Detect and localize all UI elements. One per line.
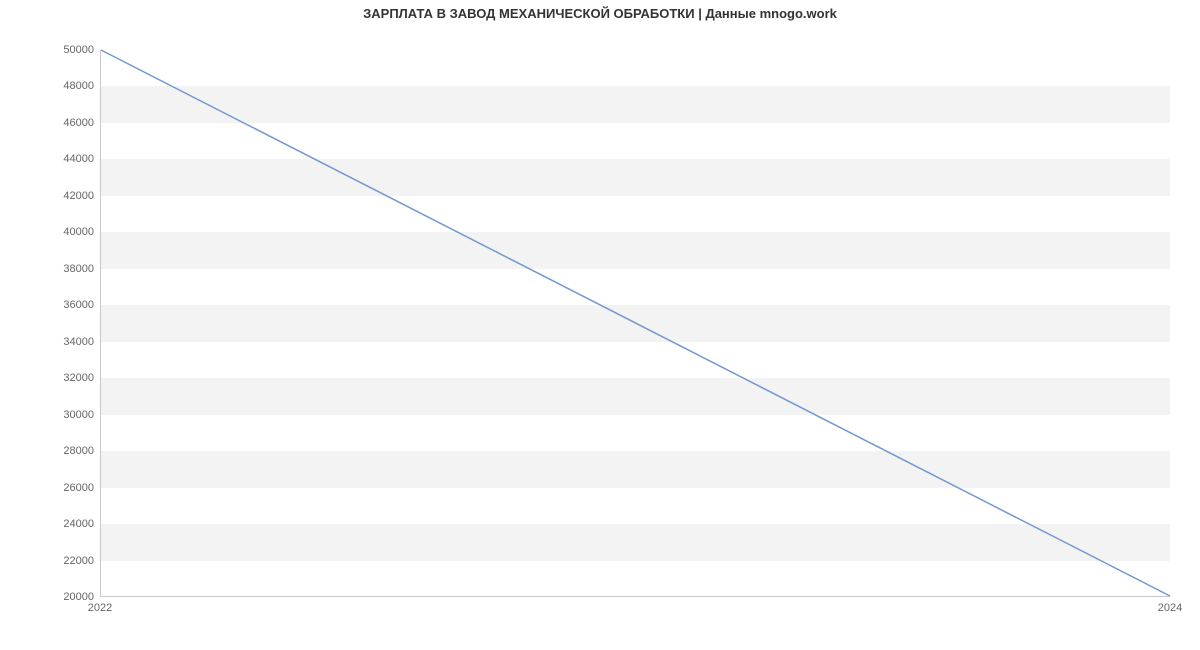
y-tick-label: 24000 [0, 518, 94, 530]
y-tick-label: 44000 [0, 153, 94, 165]
y-tick-label: 40000 [0, 226, 94, 238]
chart-container: ЗАРПЛАТА В ЗАВОД МЕХАНИЧЕСКОЙ ОБРАБОТКИ … [0, 0, 1200, 650]
plot-area [100, 50, 1170, 597]
y-tick-label: 42000 [0, 190, 94, 202]
line-series [101, 50, 1170, 596]
y-tick-label: 22000 [0, 555, 94, 567]
y-tick-label: 32000 [0, 372, 94, 384]
y-tick-label: 30000 [0, 409, 94, 421]
y-tick-label: 26000 [0, 482, 94, 494]
y-tick-label: 46000 [0, 117, 94, 129]
y-tick-label: 50000 [0, 44, 94, 56]
series-line [101, 50, 1170, 596]
chart-title: ЗАРПЛАТА В ЗАВОД МЕХАНИЧЕСКОЙ ОБРАБОТКИ … [0, 6, 1200, 21]
y-tick-label: 36000 [0, 299, 94, 311]
y-tick-label: 28000 [0, 445, 94, 457]
y-tick-label: 38000 [0, 263, 94, 275]
y-tick-label: 48000 [0, 80, 94, 92]
x-tick-label: 2022 [88, 602, 112, 614]
y-tick-label: 20000 [0, 591, 94, 603]
y-tick-label: 34000 [0, 336, 94, 348]
x-tick-label: 2024 [1158, 602, 1182, 614]
